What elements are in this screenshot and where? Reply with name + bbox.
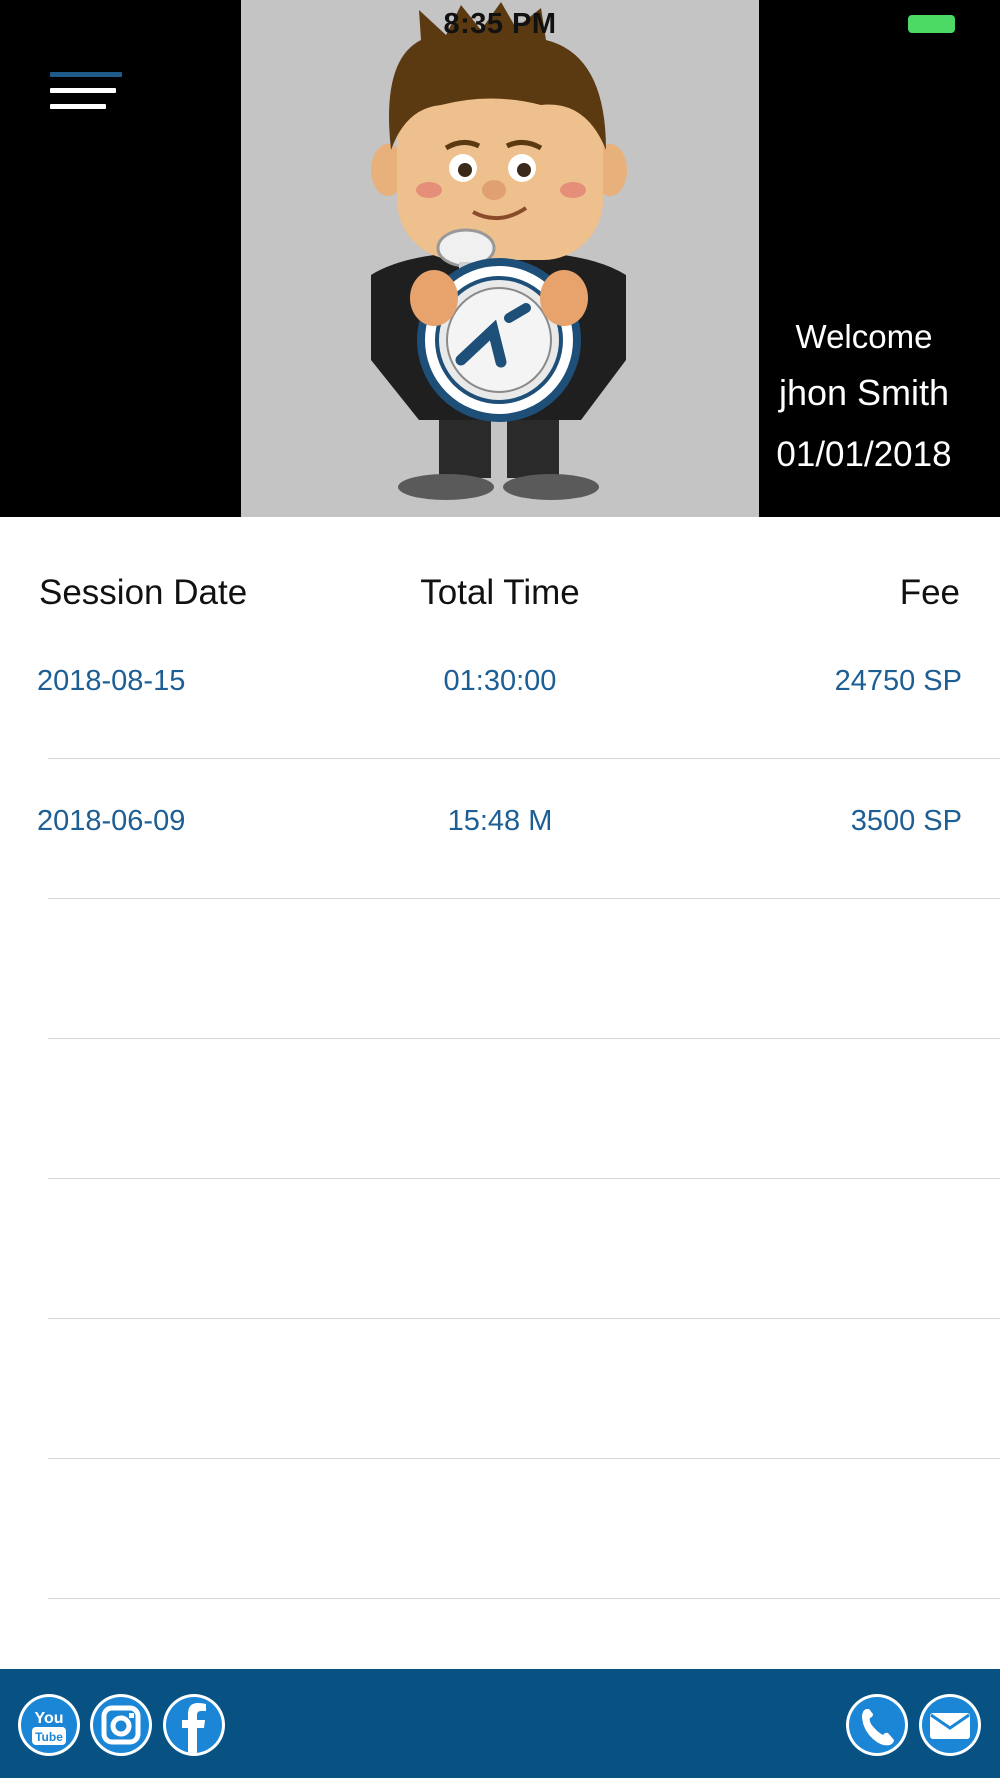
phone-icon[interactable]: [846, 1694, 908, 1756]
table-row[interactable]: [0, 1319, 1000, 1459]
table-row[interactable]: 2018-08-15 01:30:00 24750 SP: [0, 619, 1000, 759]
facebook-badge: [166, 1697, 222, 1753]
header: 8:35 PM Welcome jhon Smith 01/01/2018: [0, 0, 1000, 517]
mail-glyph: [930, 1713, 970, 1739]
youtube-badge: You Tube: [21, 1697, 77, 1753]
instagram-glyph: [101, 1705, 141, 1745]
row-divider: [48, 1598, 1000, 1599]
menu-line: [50, 104, 106, 109]
battery-icon: [908, 15, 955, 33]
phone-badge: [849, 1697, 905, 1753]
table-header: Session Date Total Time Fee: [0, 565, 1000, 625]
welcome-greeting: Welcome: [795, 318, 933, 355]
youtube-icon[interactable]: You Tube: [18, 1694, 80, 1756]
status-bar-time: 8:35 PM: [443, 8, 557, 40]
hero-illustration: [241, 0, 759, 517]
instagram-icon[interactable]: [90, 1694, 152, 1756]
footer-bar: You Tube: [0, 1669, 1000, 1778]
menu-button[interactable]: [50, 70, 124, 126]
welcome-date: 01/01/2018: [776, 435, 952, 474]
table-row[interactable]: 2018-06-09 15:48 M 3500 SP: [0, 759, 1000, 899]
youtube-label-top: You: [34, 1710, 63, 1727]
table-row[interactable]: [0, 1039, 1000, 1179]
welcome-panel: Welcome jhon Smith 01/01/2018: [764, 312, 964, 486]
phone-glyph: [862, 1709, 894, 1746]
stopwatch-man-illustration: [371, 2, 627, 500]
mail-icon[interactable]: [919, 1694, 981, 1756]
table-row[interactable]: [0, 1459, 1000, 1599]
user-name: jhon Smith: [778, 372, 950, 413]
mail-badge: [922, 1697, 978, 1753]
menu-line: [50, 72, 122, 77]
facebook-icon[interactable]: [163, 1694, 225, 1756]
fee: 24750 SP: [834, 665, 962, 697]
table-row[interactable]: [0, 899, 1000, 1039]
table-row[interactable]: [0, 1179, 1000, 1319]
facebook-glyph: [182, 1703, 206, 1753]
header-fee: Fee: [899, 573, 960, 612]
fee: 3500 SP: [850, 805, 962, 837]
header-total-time: Total Time: [420, 573, 580, 612]
youtube-glyph: You Tube: [32, 1710, 66, 1745]
youtube-label-bottom: Tube: [35, 1730, 63, 1744]
menu-line: [50, 88, 116, 93]
instagram-badge: [93, 1697, 149, 1753]
